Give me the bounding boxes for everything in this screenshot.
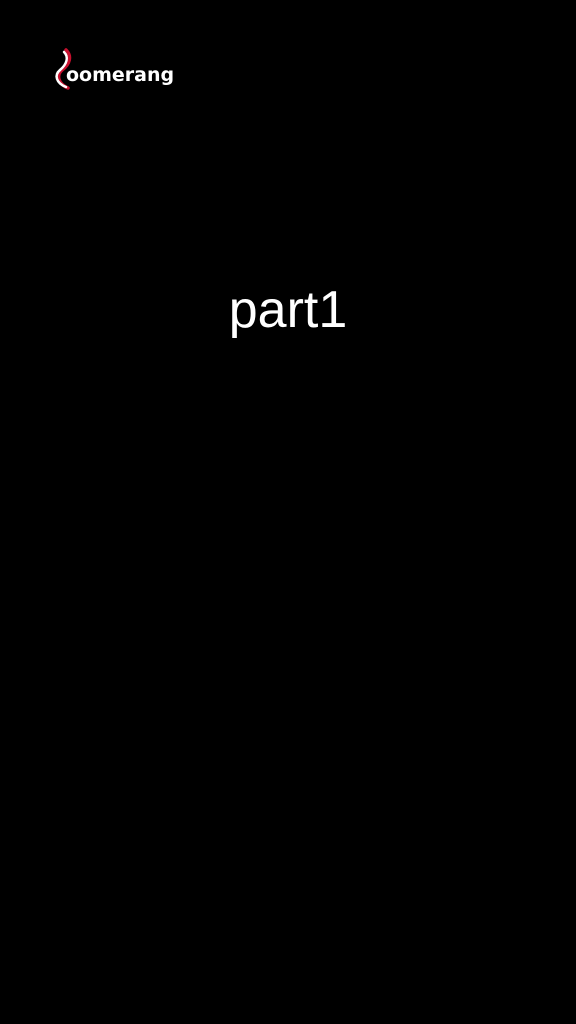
video-screen: oomerang part1 (0, 0, 576, 1024)
logo-text: oomerang (66, 64, 175, 86)
boomerang-logo: oomerang (52, 46, 174, 90)
part-title: part1 (228, 281, 348, 339)
